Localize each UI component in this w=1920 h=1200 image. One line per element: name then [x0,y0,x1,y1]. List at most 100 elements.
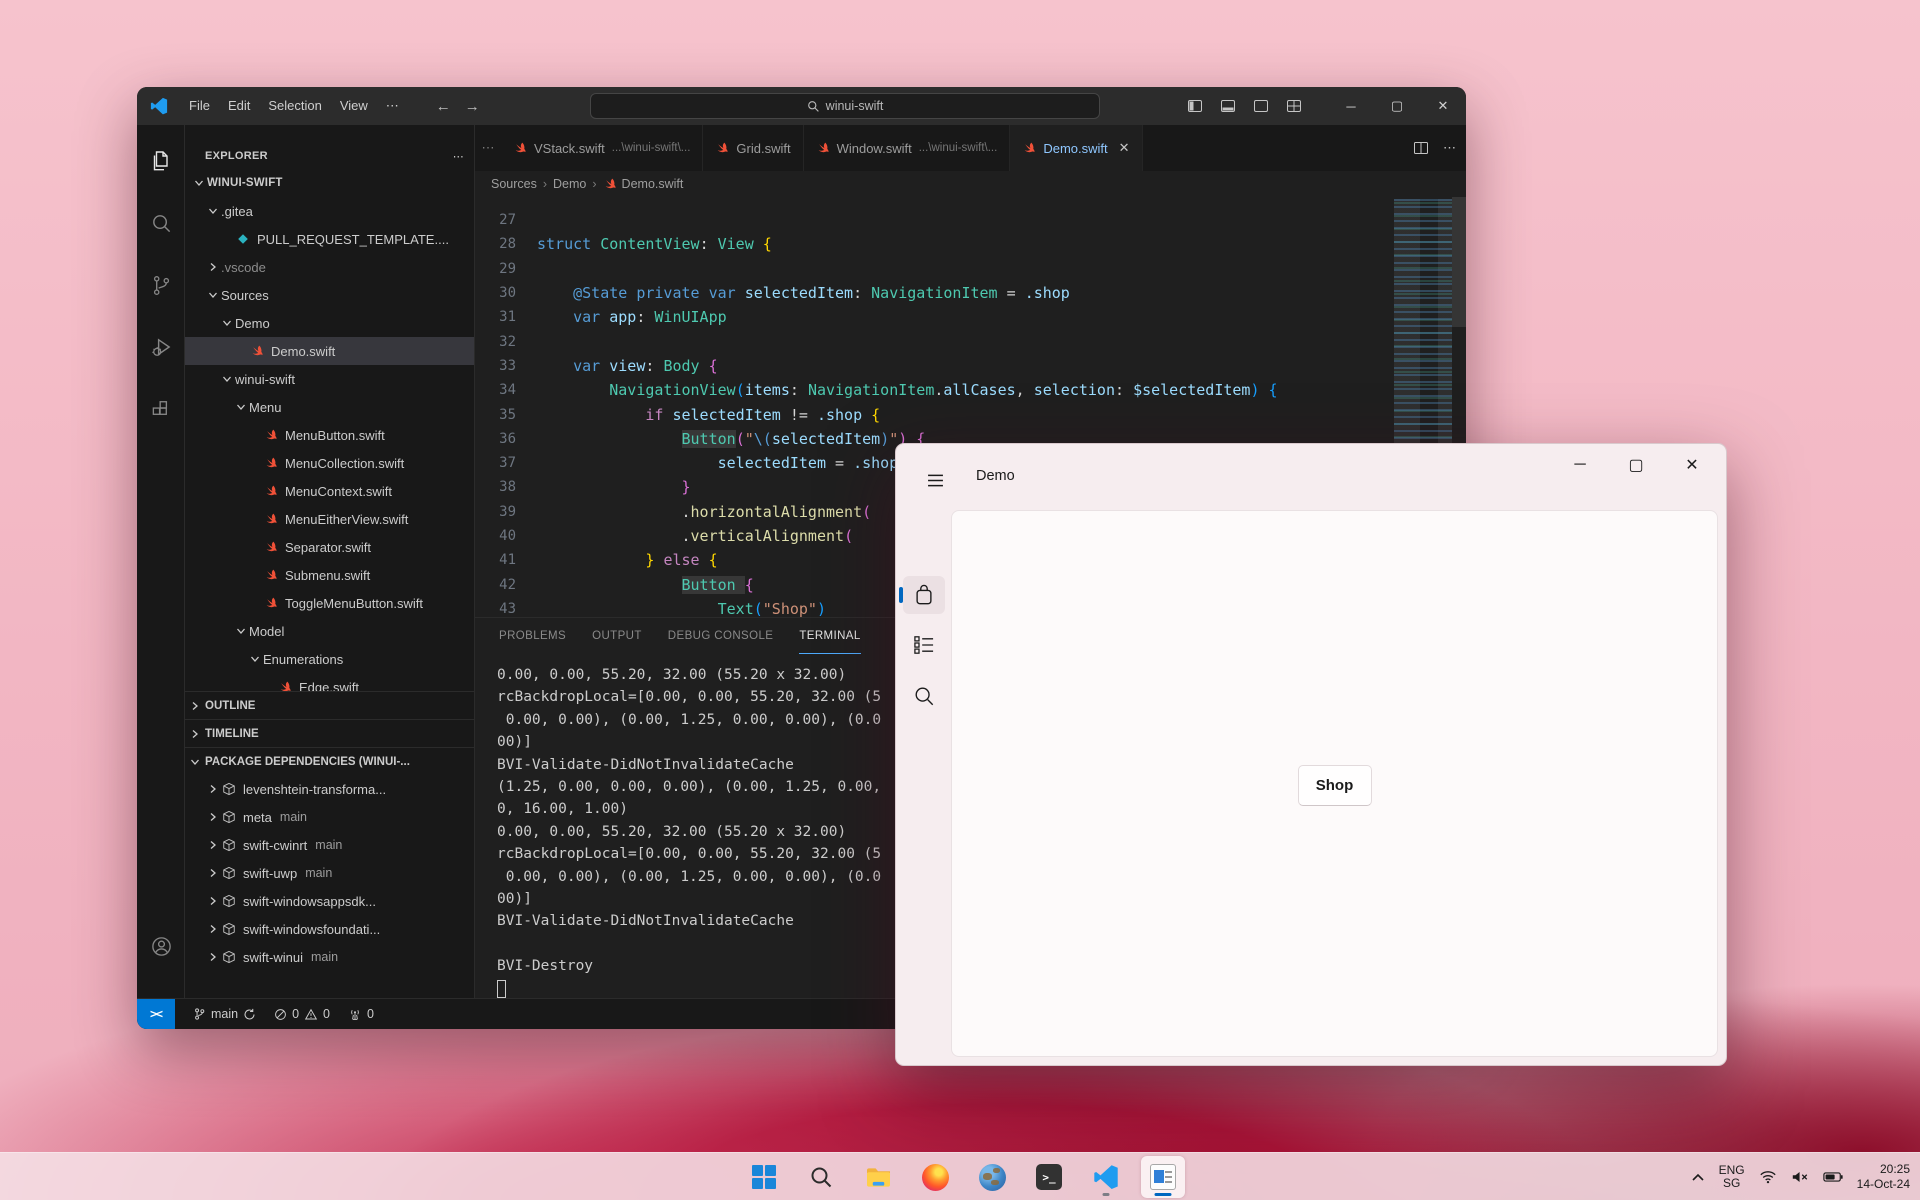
demo-maximize-button[interactable]: ▢ [1608,448,1664,482]
tree-item-separator-swift[interactable]: Separator.swift [185,533,474,561]
toggle-sidebar-icon[interactable] [1182,93,1208,119]
package-cube-icon [221,921,237,937]
tab-grid-swift[interactable]: Grid.swift [703,125,804,171]
window-close-button[interactable]: ✕ [1420,87,1466,125]
tree-item-enumerations[interactable]: Enumerations [185,645,474,673]
hamburger-menu-icon[interactable] [918,466,952,494]
package-item[interactable]: swift-winui main [185,943,474,971]
package-item[interactable]: swift-cwinrt main [185,831,474,859]
tab-vstack-swift[interactable]: VStack.swift ...\winui-swift\... [501,125,704,171]
customize-layout-icon[interactable] [1281,93,1307,119]
menu-more-icon[interactable]: ⋯ [377,94,408,118]
taskbar-firefox-icon[interactable] [913,1156,957,1198]
tree-item-sources[interactable]: Sources [185,281,474,309]
swift-file-icon [603,177,617,191]
package-item[interactable]: swift-windowsappsdk... [185,887,474,915]
tray-chevron-icon[interactable] [1691,1173,1705,1182]
taskbar-globe-app-icon[interactable] [970,1156,1014,1198]
nav-search-icon[interactable] [903,677,945,715]
panel-tab-debug-console[interactable]: DEBUG CONSOLE [668,618,774,654]
nav-list-icon[interactable] [903,626,945,664]
volume-muted-icon[interactable] [1791,1170,1809,1184]
tree-item-demo-swift[interactable]: Demo.swift [185,337,474,365]
nav-bag-icon[interactable] [899,576,945,614]
command-center-search[interactable]: winui-swift [590,93,1100,119]
package-cube-icon [221,949,237,965]
nav-forward-icon[interactable]: → [465,98,480,115]
demo-minimize-button[interactable]: ─ [1552,448,1608,482]
package-item[interactable]: swift-windowsfoundati... [185,915,474,943]
tree-item-edge-swift[interactable]: Edge.swift [185,673,474,691]
menu-edit[interactable]: Edit [219,94,259,118]
tree-item-submenu-swift[interactable]: Submenu.swift [185,561,474,589]
package-item[interactable]: meta main [185,803,474,831]
package-item[interactable]: swift-uwp main [185,859,474,887]
taskbar-demo-app-icon[interactable] [1141,1156,1185,1198]
tree-item-togglemenubutton-swift[interactable]: ToggleMenuButton.swift [185,589,474,617]
panel-tab-terminal[interactable]: TERMINAL [799,618,861,654]
clock[interactable]: 20:25 14-Oct-24 [1857,1162,1910,1192]
window-minimize-button[interactable]: ─ [1328,87,1374,125]
problems-status[interactable]: 0 0 [274,1007,330,1021]
section-package[interactable]: PACKAGE DEPENDENCIES (WINUI-... [185,747,474,775]
tree-item-menubutton-swift[interactable]: MenuButton.swift [185,421,474,449]
panel-tab-output[interactable]: OUTPUT [592,618,642,654]
taskbar-terminal-icon[interactable]: >_ [1027,1156,1071,1198]
tree-item-winui-swift[interactable]: WINUI-SWIFT [185,169,474,197]
nav-back-icon[interactable]: ← [436,98,451,115]
explorer-icon[interactable] [137,137,185,185]
battery-icon[interactable] [1822,1171,1843,1183]
tree-item-menueitherview-swift[interactable]: MenuEitherView.swift [185,505,474,533]
toggle-secondary-sidebar-icon[interactable] [1248,93,1274,119]
breadcrumb[interactable]: Sources › Demo › Demo.swift [475,171,1466,197]
chevron-right-icon [205,261,221,273]
editor-scrollbar[interactable] [1452,197,1466,327]
demo-close-button[interactable]: ✕ [1664,448,1720,482]
wifi-icon[interactable] [1759,1170,1777,1184]
tab-demo-swift[interactable]: Demo.swift ✕ [1010,125,1143,171]
menu-view[interactable]: View [331,94,377,118]
taskbar-start-icon[interactable] [742,1156,786,1198]
tab-overflow-icon[interactable]: ⋯ [475,125,501,171]
menu-file[interactable]: File [180,94,219,118]
taskbar-file-explorer-icon[interactable] [856,1156,900,1198]
source-control-icon[interactable] [137,261,185,309]
tree-item-menucollection-swift[interactable]: MenuCollection.swift [185,449,474,477]
ports-status[interactable]: 0 [348,1007,374,1021]
breadcrumb-demo-swift[interactable]: Demo.swift [603,177,683,191]
tree-item-pull-request-template-[interactable]: PULL_REQUEST_TEMPLATE.... [185,225,474,253]
split-editor-icon[interactable] [1413,140,1429,156]
breadcrumb-sources[interactable]: Sources [491,177,537,191]
breadcrumb-demo[interactable]: Demo [553,177,586,191]
tree-item--vscode[interactable]: .vscode [185,253,474,281]
shop-button[interactable]: Shop [1297,765,1372,806]
tree-item-menucontext-swift[interactable]: MenuContext.swift [185,477,474,505]
chevron-down-icon [219,373,235,385]
extensions-icon[interactable] [137,385,185,433]
taskbar-vscode-icon[interactable] [1084,1156,1128,1198]
swift-file-icon [263,511,279,527]
taskbar-search-icon[interactable] [799,1156,843,1198]
menu-selection[interactable]: Selection [259,94,330,118]
tree-item-model[interactable]: Model [185,617,474,645]
window-maximize-button[interactable]: ▢ [1374,87,1420,125]
language-indicator[interactable]: ENG SG [1719,1164,1745,1190]
package-item[interactable]: levenshtein-transforma... [185,775,474,803]
tree-item--gitea[interactable]: .gitea [185,197,474,225]
search-icon[interactable] [137,199,185,247]
git-branch-status[interactable]: main [193,1007,256,1021]
explorer-more-icon[interactable]: ⋯ [453,150,464,163]
accounts-icon[interactable] [137,922,185,970]
tree-item-menu[interactable]: Menu [185,393,474,421]
section-outline[interactable]: OUTLINE [185,691,474,719]
section-timeline[interactable]: TIMELINE [185,719,474,747]
toggle-panel-icon[interactable] [1215,93,1241,119]
panel-tab-problems[interactable]: PROBLEMS [499,618,566,654]
run-debug-icon[interactable] [137,323,185,371]
tab-window-swift[interactable]: Window.swift ...\winui-swift\... [803,125,1011,171]
tree-item-winui-swift[interactable]: winui-swift [185,365,474,393]
remote-indicator[interactable]: >< [137,998,175,1029]
editor-more-icon[interactable]: ⋯ [1443,140,1456,156]
tree-item-demo[interactable]: Demo [185,309,474,337]
tab-close-icon[interactable]: ✕ [1119,140,1130,156]
